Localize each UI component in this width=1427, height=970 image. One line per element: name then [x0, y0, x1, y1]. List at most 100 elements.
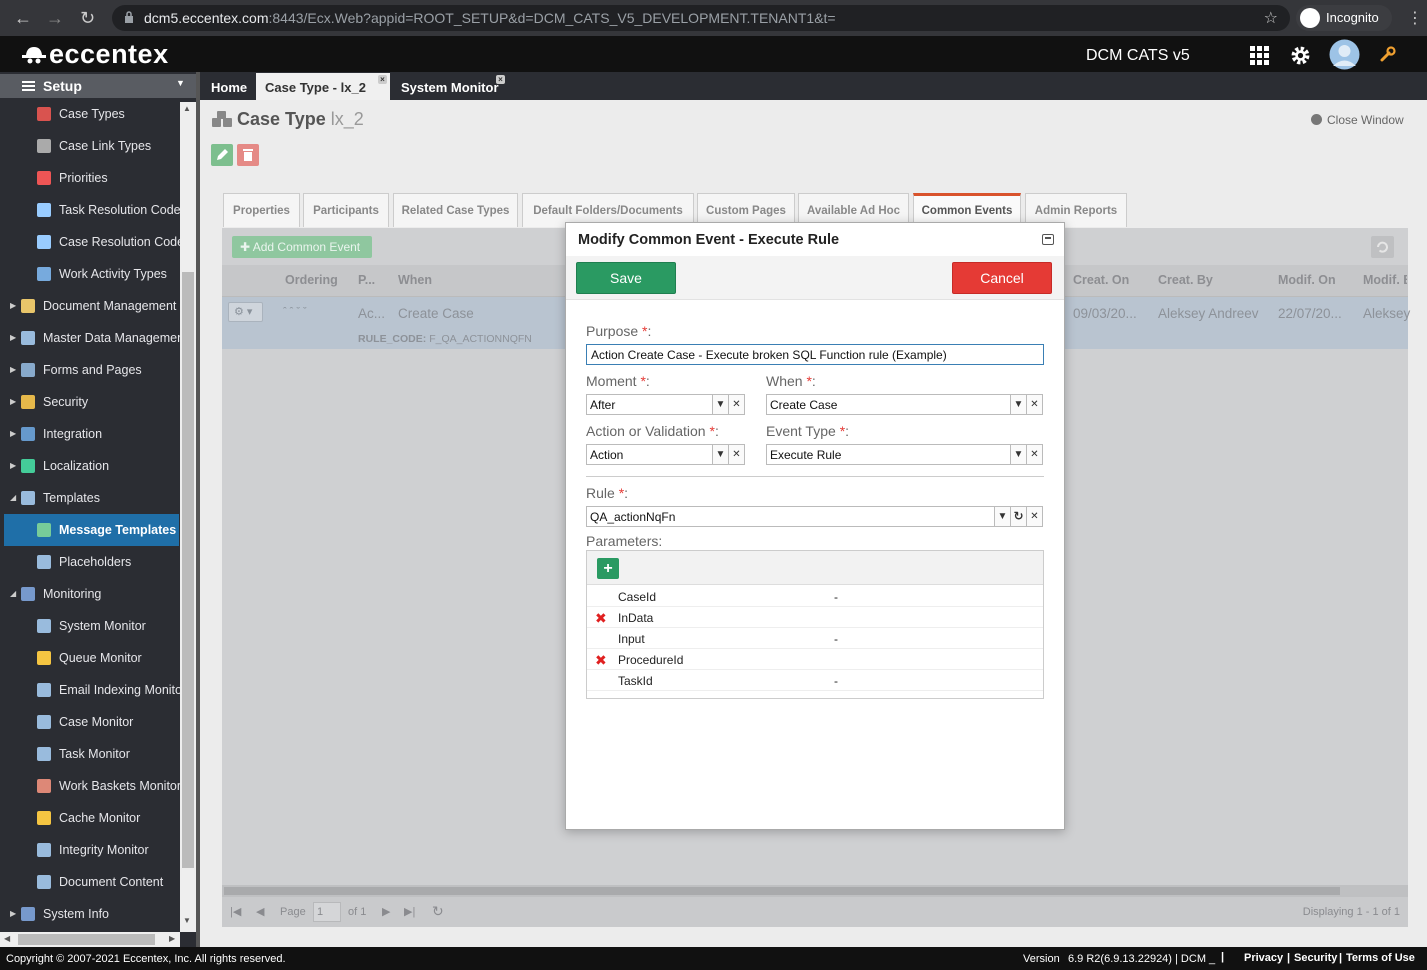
- sidebar-item-system-info[interactable]: ▶ System Info: [0, 898, 180, 930]
- back-icon[interactable]: ←: [14, 8, 32, 29]
- wrench-icon[interactable]: [1380, 46, 1396, 62]
- incognito-badge[interactable]: Incognito: [1296, 5, 1392, 31]
- event-type-select[interactable]: Execute Rule ▼ ✕: [766, 444, 1044, 465]
- menu-icon[interactable]: ⋮: [1407, 8, 1423, 28]
- col-created-on[interactable]: Creat. On: [1073, 273, 1129, 287]
- parameter-row[interactable]: CaseId -: [587, 586, 1043, 607]
- close-tab-icon[interactable]: ×: [496, 75, 505, 84]
- security-link[interactable]: Security: [1294, 952, 1337, 964]
- sidebar-item-task-monitor[interactable]: Task Monitor: [0, 738, 180, 770]
- tab-case-type[interactable]: Case Type - lx_2 ×: [256, 73, 390, 100]
- sidebar-item-case-resolution-codes[interactable]: Case Resolution Codes: [0, 226, 180, 258]
- avatar[interactable]: [1329, 39, 1360, 70]
- sidebar-item-master-data-management[interactable]: ▶ Master Data Management: [0, 322, 180, 354]
- save-button[interactable]: Save: [576, 262, 676, 294]
- grid-hscroll-thumb[interactable]: [224, 887, 1340, 895]
- remove-parameter-icon[interactable]: ✖: [595, 652, 607, 669]
- sidebar-item-work-activity-types[interactable]: Work Activity Types: [0, 258, 180, 290]
- delete-button[interactable]: [237, 144, 259, 166]
- expand-icon[interactable]: ▶: [10, 333, 16, 342]
- privacy-link[interactable]: Privacy: [1244, 952, 1283, 964]
- expand-icon[interactable]: ▶: [10, 397, 16, 406]
- close-window-link[interactable]: Close Window: [1311, 113, 1404, 127]
- parameter-value[interactable]: -: [834, 674, 838, 688]
- minimize-icon[interactable]: [1042, 234, 1054, 245]
- scroll-down-icon[interactable]: ▼: [183, 916, 191, 925]
- gear-icon[interactable]: [1290, 45, 1311, 66]
- sidebar-item-work-baskets-monitor[interactable]: Work Baskets Monitor: [0, 770, 180, 802]
- prev-page-icon[interactable]: ◀: [256, 905, 264, 918]
- refresh-icon[interactable]: [1371, 236, 1394, 258]
- close-tab-icon[interactable]: ×: [378, 75, 387, 84]
- rule-select[interactable]: QA_actionNqFn ▼ ↻ ✕: [586, 506, 1044, 527]
- sidebar-item-cache-monitor[interactable]: Cache Monitor: [0, 802, 180, 834]
- col-when[interactable]: When: [398, 273, 432, 287]
- sidebar-scroll-thumb[interactable]: [182, 272, 194, 868]
- star-icon[interactable]: ☆: [1264, 8, 1278, 28]
- sidebar-item-message-templates[interactable]: Message Templates: [4, 514, 179, 546]
- refresh-icon[interactable]: ↻: [1010, 506, 1027, 527]
- action-select[interactable]: Action ▼ ✕: [586, 444, 746, 465]
- chevron-down-icon[interactable]: ▼: [712, 444, 729, 465]
- col-modified-by[interactable]: Modif. By: [1363, 273, 1407, 287]
- expand-icon[interactable]: ▶: [10, 301, 16, 310]
- col-modified-on[interactable]: Modif. On: [1278, 273, 1336, 287]
- col-ordering[interactable]: Ordering: [285, 273, 338, 287]
- sidebar-item-integration[interactable]: ▶ Integration: [0, 418, 180, 450]
- tab-related-case-types[interactable]: Related Case Types: [393, 193, 518, 227]
- tab-home[interactable]: Home: [201, 73, 255, 100]
- sidebar-item-email-indexing-monitor[interactable]: Email Indexing Monitor: [0, 674, 180, 706]
- page-input[interactable]: 1: [313, 902, 341, 922]
- sidebar-item-security[interactable]: ▶ Security: [0, 386, 180, 418]
- moment-select[interactable]: After ▼ ✕: [586, 394, 746, 415]
- cancel-button[interactable]: Cancel: [952, 262, 1052, 294]
- tab-properties[interactable]: Properties: [223, 193, 300, 227]
- sidebar-item-templates[interactable]: ◢ Templates: [0, 482, 180, 514]
- remove-parameter-icon[interactable]: ✖: [595, 610, 607, 627]
- parameter-value[interactable]: -: [834, 590, 838, 604]
- sidebar-item-case-link-types[interactable]: Case Link Types: [0, 130, 180, 162]
- forward-icon[interactable]: →: [46, 8, 64, 29]
- apps-grid-icon[interactable]: [1250, 46, 1270, 66]
- clear-icon[interactable]: ✕: [728, 444, 745, 465]
- chevron-down-icon[interactable]: ▼: [994, 506, 1011, 527]
- scroll-up-icon[interactable]: ▲: [183, 104, 191, 113]
- collapse-icon[interactable]: ◢: [10, 493, 16, 502]
- sidebar-item-case-monitor[interactable]: Case Monitor: [0, 706, 180, 738]
- parameter-row[interactable]: TaskId -: [587, 670, 1043, 691]
- chevron-down-icon[interactable]: ▼: [1010, 394, 1027, 415]
- logo[interactable]: eccentex: [22, 39, 169, 70]
- sidebar-item-priorities[interactable]: Priorities: [0, 162, 180, 194]
- clear-icon[interactable]: ✕: [1026, 444, 1043, 465]
- parameter-row[interactable]: ✖ ProcedureId: [587, 649, 1043, 670]
- sidebar-item-integrity-monitor[interactable]: Integrity Monitor: [0, 834, 180, 866]
- parameter-row[interactable]: Input -: [587, 628, 1043, 649]
- tab-system-monitor[interactable]: System Monitor ×: [392, 73, 512, 100]
- when-select[interactable]: Create Case ▼ ✕: [766, 394, 1044, 415]
- reorder-arrows-icon[interactable]: ˆˆˇˇ: [283, 306, 310, 318]
- sidebar-item-placeholders[interactable]: Placeholders: [0, 546, 180, 578]
- scroll-left-icon[interactable]: ◀: [4, 934, 10, 943]
- tab-participants[interactable]: Participants: [303, 193, 389, 227]
- purpose-input[interactable]: Action Create Case - Execute broken SQL …: [586, 344, 1044, 365]
- expand-icon[interactable]: ▶: [10, 365, 16, 374]
- parameter-value[interactable]: -: [834, 632, 838, 646]
- next-page-icon[interactable]: ▶: [382, 905, 390, 918]
- collapse-icon[interactable]: ◢: [10, 589, 16, 598]
- sidebar-item-system-monitor[interactable]: System Monitor: [0, 610, 180, 642]
- sidebar-item-localization[interactable]: ▶ Localization: [0, 450, 180, 482]
- sidebar-item-monitoring[interactable]: ◢ Monitoring: [0, 578, 180, 610]
- row-actions-button[interactable]: ⚙ ▾: [228, 302, 263, 322]
- sidebar-item-forms-and-pages[interactable]: ▶ Forms and Pages: [0, 354, 180, 386]
- add-common-event-button[interactable]: ✚ Add Common Event: [232, 236, 372, 258]
- expand-icon[interactable]: ▶: [10, 461, 16, 470]
- clear-icon[interactable]: ✕: [1026, 506, 1043, 527]
- clear-icon[interactable]: ✕: [1026, 394, 1043, 415]
- first-page-icon[interactable]: |◀: [230, 905, 241, 918]
- reload-icon[interactable]: ↻: [80, 8, 95, 29]
- clear-icon[interactable]: ✕: [728, 394, 745, 415]
- chevron-down-icon[interactable]: ▼: [712, 394, 729, 415]
- sidebar-item-queue-monitor[interactable]: Queue Monitor: [0, 642, 180, 674]
- last-page-icon[interactable]: ▶|: [404, 905, 415, 918]
- address-bar[interactable]: dcm5.eccentex.com:8443/Ecx.Web?appid=ROO…: [112, 5, 1290, 31]
